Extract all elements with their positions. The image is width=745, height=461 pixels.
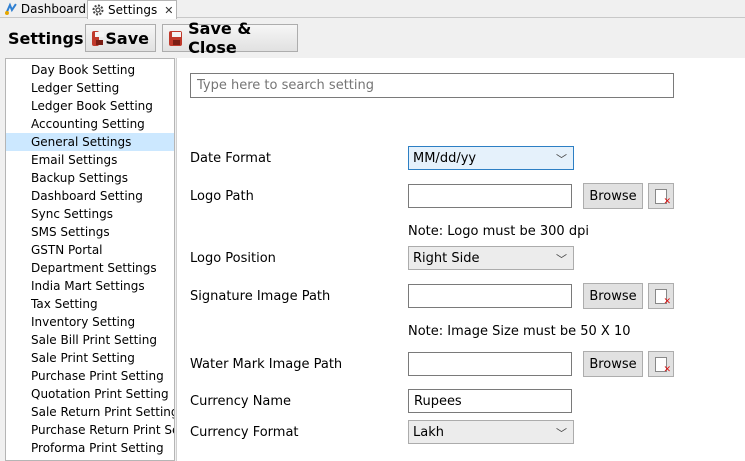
watermark-path-label: Water Mark Image Path [190,357,343,372]
signature-path-input[interactable] [408,284,572,308]
toolbar-title: Settings: [8,29,90,48]
sidebar-item-selected[interactable]: General Settings [6,133,174,151]
tab-label: Settings [108,3,158,17]
chevron-down-icon: ﹀ [556,427,567,440]
date-format-value: MM/dd/yy [413,150,477,166]
floppy-disk-icon [92,30,105,46]
tab-settings[interactable]: Settings ✕ [87,0,177,19]
settings-sidebar: Day Book Setting Ledger Setting Ledger B… [5,58,175,461]
currency-name-input[interactable]: Rupees [408,389,572,413]
date-format-label: Date Format [190,151,272,166]
sidebar-item[interactable]: Sale Print Setting [6,349,174,367]
logo-path-label: Logo Path [190,189,254,204]
delete-file-icon [655,356,671,375]
currency-format-value: Lakh [413,424,444,440]
signature-note: Note: Image Size must be 50 X 10 [408,324,631,339]
toolbar: Settings: Save Save & Close [0,19,745,57]
tab-dashboard[interactable]: Dashboard [4,0,86,18]
sidebar-item[interactable]: India Mart Settings [6,277,174,295]
watermark-browse-button[interactable]: Browse [583,351,643,377]
tab-bar: Dashboard Settings ✕ [0,0,745,19]
signature-browse-button[interactable]: Browse [583,283,643,309]
sidebar-item[interactable]: Purchase Return Print Setting [6,421,174,439]
date-format-select[interactable]: MM/dd/yy ﹀ [408,146,574,170]
sidebar-item[interactable]: Sale Return Print Setting [6,403,174,421]
sidebar-item[interactable]: Department Settings [6,259,174,277]
sidebar-item[interactable]: GSTN Portal [6,241,174,259]
floppy-disk-icon [169,30,183,46]
chevron-down-icon: ﹀ [556,253,567,266]
sidebar-item[interactable]: Tax Setting [6,295,174,313]
signature-clear-button[interactable] [648,283,674,309]
sidebar-item[interactable]: Day Book Setting [6,61,174,79]
logo-path-input[interactable] [408,184,572,208]
sidebar-item[interactable]: Dashboard Setting [6,187,174,205]
close-icon[interactable]: ✕ [164,4,173,17]
save-close-button[interactable]: Save & Close [162,19,298,57]
delete-file-icon [655,288,671,307]
logo-browse-button[interactable]: Browse [583,183,643,209]
save-close-button-label: Save & Close [188,19,252,57]
sidebar-item[interactable]: Email Settings [6,151,174,169]
watermark-clear-button[interactable] [648,351,674,377]
currency-name-label: Currency Name [190,394,292,409]
sidebar-item[interactable]: SMS Settings [6,223,174,241]
sidebar-item[interactable]: Accounting Setting [6,115,174,133]
search-input[interactable] [190,73,674,98]
currency-format-label: Currency Format [190,425,299,440]
sidebar-item[interactable]: Sync Settings [6,205,174,223]
dashboard-icon [4,2,17,15]
sidebar-item[interactable]: Inventory Setting [6,313,174,331]
logo-position-label: Logo Position [190,251,276,266]
sidebar-item[interactable]: Sale Bill Print Setting [6,331,174,349]
gear-icon [92,4,104,16]
sidebar-item[interactable]: Ledger Book Setting [6,97,174,115]
sidebar-item[interactable]: Proforma Print Setting [6,439,174,457]
settings-panel: Date Format MM/dd/yy ﹀ Logo Path Browse … [177,58,745,461]
logo-clear-button[interactable] [648,183,674,209]
sidebar-item[interactable]: Ledger Setting [6,79,174,97]
logo-note: Note: Logo must be 300 dpi [408,224,589,239]
tab-label: Dashboard [20,2,86,16]
save-button[interactable]: Save [85,24,156,52]
sidebar-item[interactable]: Purchase Print Setting [6,367,174,385]
currency-format-select[interactable]: Lakh ﹀ [408,420,574,444]
chevron-down-icon: ﹀ [556,153,567,166]
logo-position-select[interactable]: Right Side ﹀ [408,246,574,270]
signature-path-label: Signature Image Path [190,289,331,304]
watermark-path-input[interactable] [408,352,572,376]
sidebar-item[interactable]: Backup Settings [6,169,174,187]
delete-file-icon [655,188,671,207]
save-button-label: Save [105,28,149,48]
logo-position-value: Right Side [413,250,480,266]
sidebar-item[interactable]: Quotation Print Setting [6,385,174,403]
